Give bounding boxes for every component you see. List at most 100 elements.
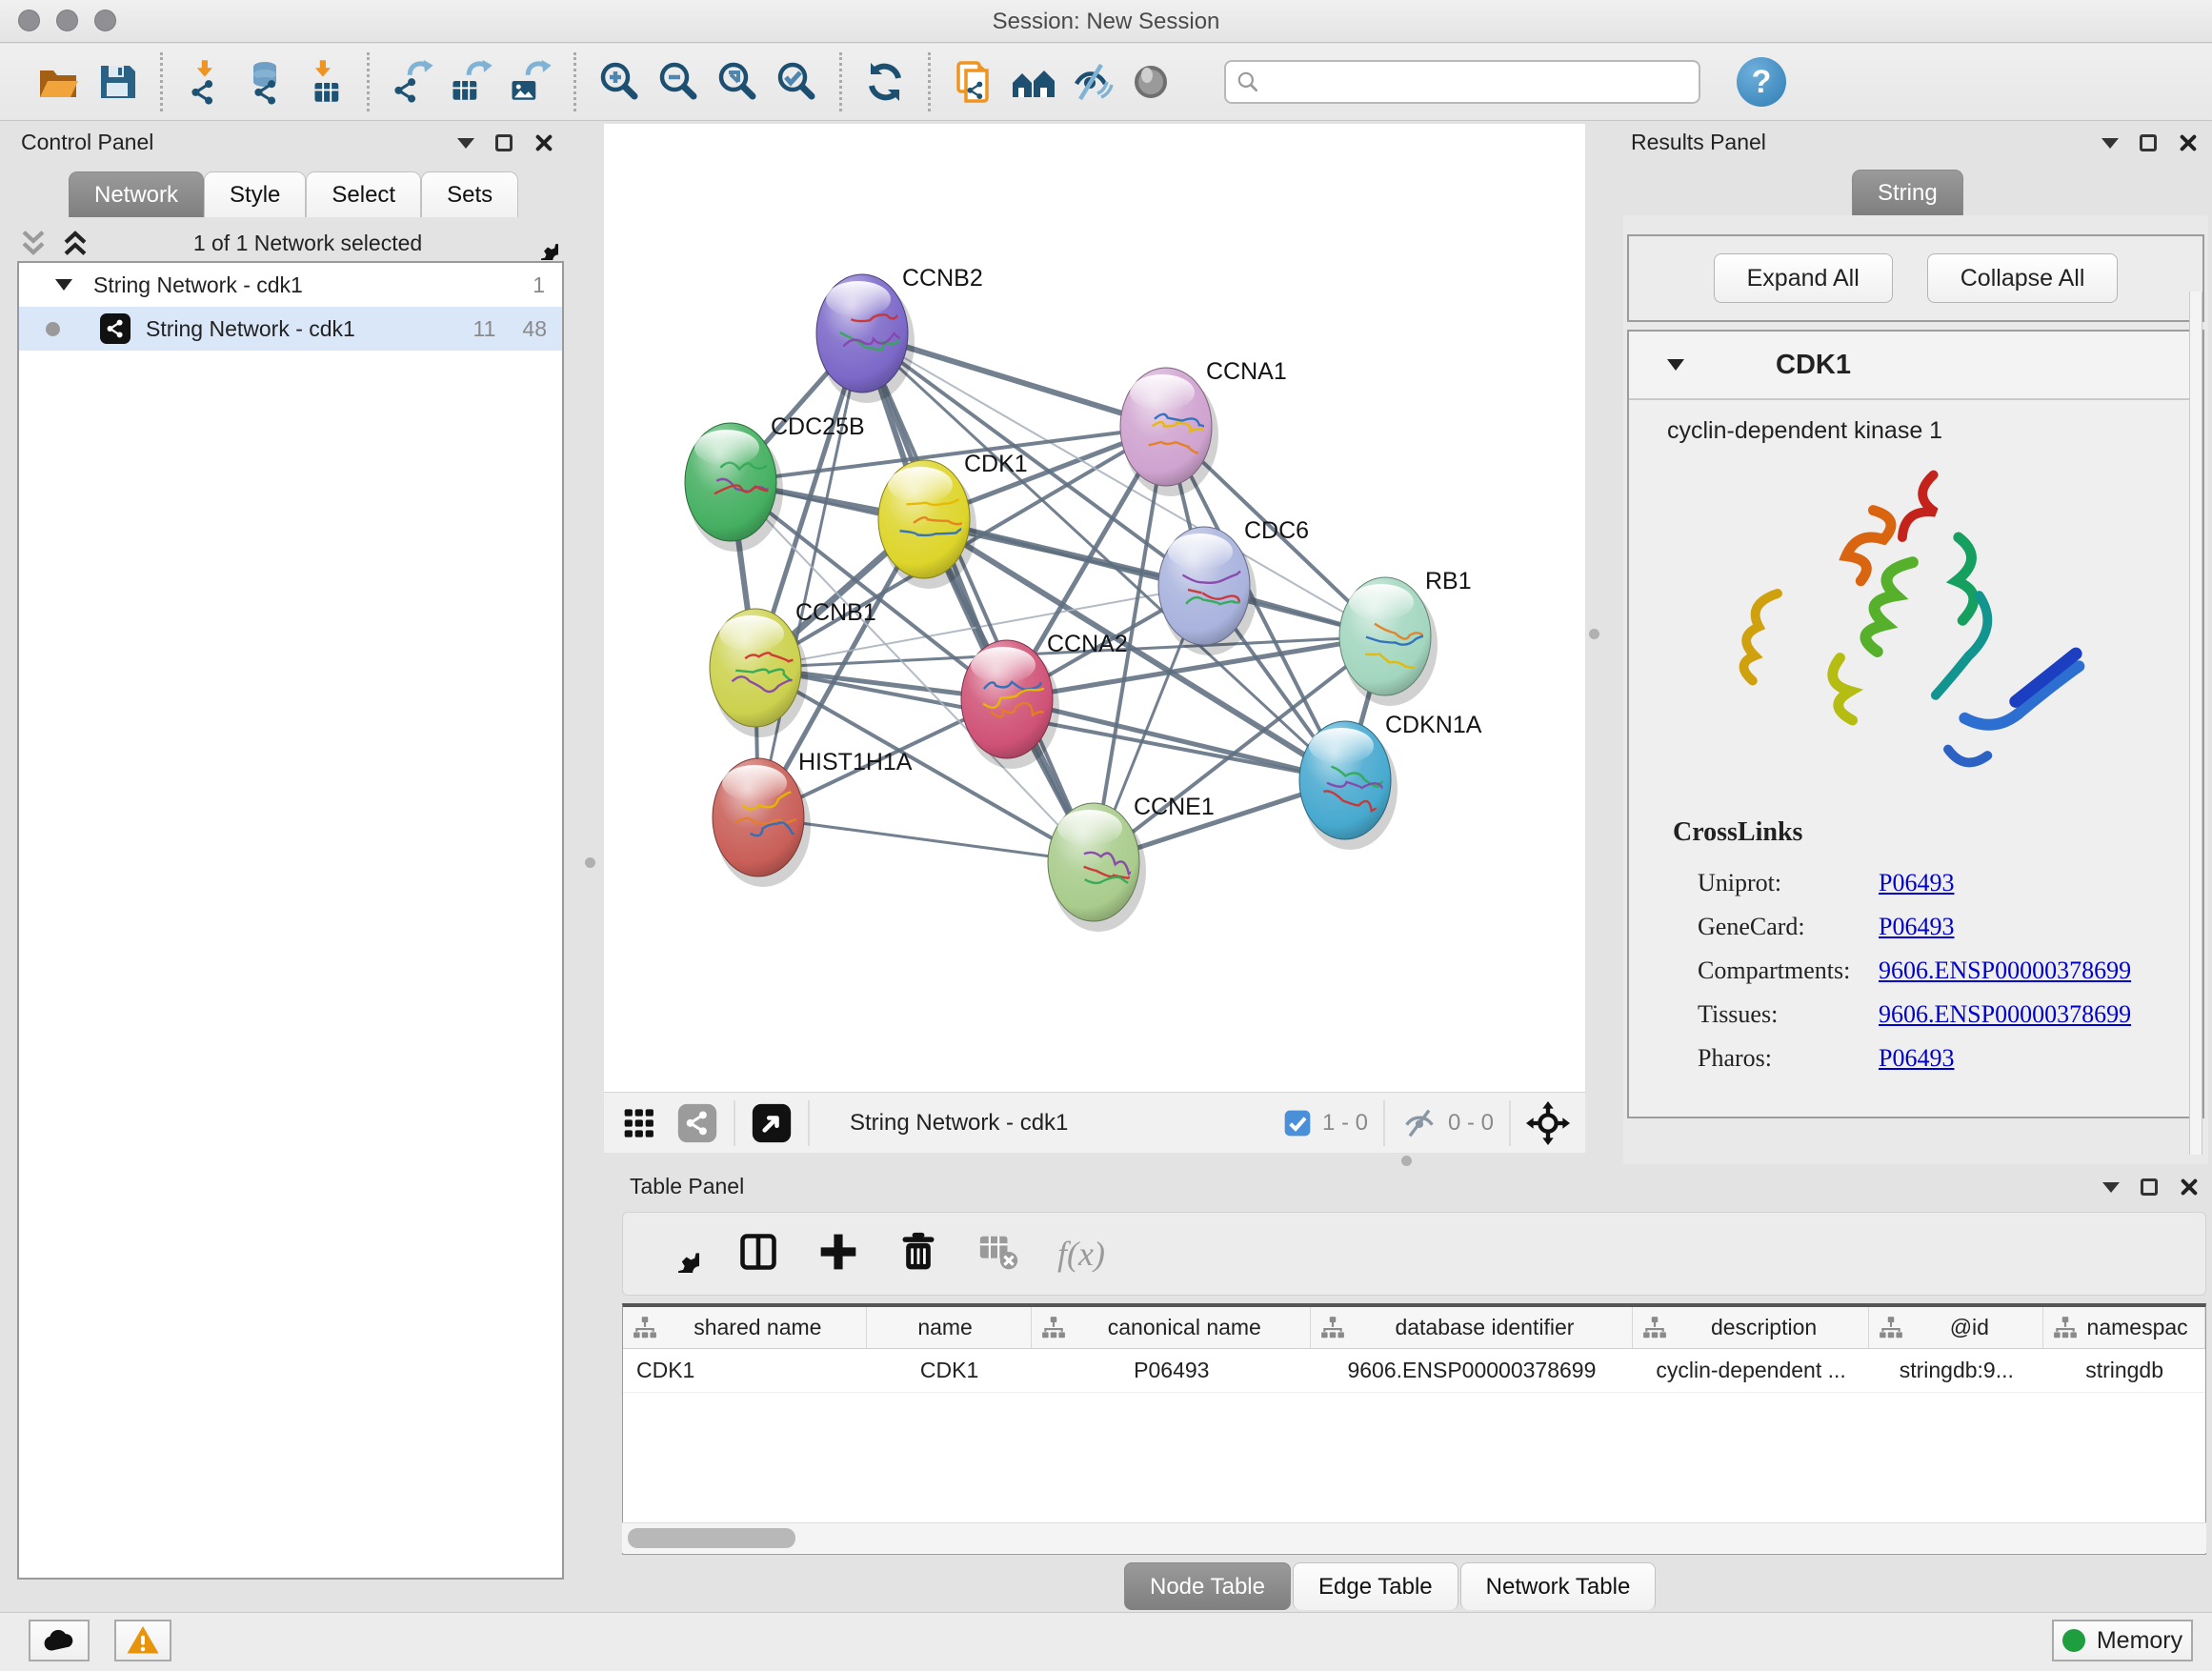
network-node-CDKN1A[interactable]: CDKN1A [1299, 712, 1482, 850]
string-view-icon[interactable] [676, 1102, 718, 1144]
table-cell[interactable]: cyclin-dependent ... [1633, 1349, 1870, 1392]
network-node-CDC6[interactable]: CDC6 [1158, 517, 1309, 655]
column-header-canonical-name[interactable]: canonical name [1032, 1307, 1311, 1348]
network-node-CCNA2[interactable]: CCNA2 [961, 631, 1128, 769]
help-button[interactable]: ? [1737, 57, 1786, 107]
network-collection-row[interactable]: String Network - cdk1 1 [19, 263, 562, 307]
horizontal-splitter-handle[interactable] [1401, 1156, 1412, 1166]
zoom-selected-button[interactable] [767, 51, 826, 112]
export-table-button[interactable] [442, 51, 501, 112]
memory-button[interactable]: Memory [2052, 1620, 2193, 1661]
toolbar-separator [573, 52, 576, 111]
entry-collapse-icon[interactable] [1667, 359, 1684, 371]
import-network-file-button[interactable] [176, 51, 235, 112]
table-cell[interactable]: P06493 [1032, 1349, 1311, 1392]
table-cell[interactable]: CDK1 [867, 1349, 1033, 1392]
search-field[interactable] [1224, 60, 1700, 104]
tab-string[interactable]: String [1852, 170, 1963, 215]
crosslink-link[interactable]: P06493 [1879, 869, 1954, 897]
show-hide-details-button[interactable] [1062, 51, 1121, 112]
warnings-button[interactable] [114, 1620, 171, 1661]
cloud-button[interactable] [29, 1620, 90, 1661]
zoom-in-button[interactable] [590, 51, 649, 112]
table-cell[interactable]: stringdb:9... [1869, 1349, 2043, 1392]
expand-all-button[interactable]: Expand All [1714, 253, 1893, 303]
panel-close-icon[interactable] [2179, 1178, 2198, 1197]
string-import-button[interactable] [944, 51, 1003, 112]
vertical-splitter-handle[interactable] [585, 857, 595, 868]
network-node-RB1[interactable]: RB1 [1339, 568, 1472, 706]
panel-float-icon[interactable] [495, 134, 513, 151]
open-session-button[interactable] [29, 51, 88, 112]
apply-layout-button[interactable] [855, 51, 915, 112]
panel-menu-icon[interactable] [2102, 1182, 2120, 1193]
crosslink-link[interactable]: P06493 [1879, 913, 1954, 941]
search-input[interactable] [1260, 63, 1699, 101]
crosslink-link[interactable]: P06493 [1879, 1044, 1954, 1073]
network-overview-button[interactable] [1003, 51, 1062, 112]
collapse-all-button[interactable]: Collapse All [1927, 253, 2119, 303]
panel-menu-icon[interactable] [457, 138, 474, 149]
table-cell[interactable]: CDK1 [623, 1349, 867, 1392]
column-header-namespac[interactable]: namespac [2043, 1307, 2205, 1348]
tab-edge-table[interactable]: Edge Table [1293, 1562, 1458, 1610]
column-header-name[interactable]: name [867, 1307, 1033, 1348]
tab-sets[interactable]: Sets [421, 171, 518, 217]
collapse-all-icon[interactable] [17, 227, 50, 259]
zoom-out-button[interactable] [649, 51, 708, 112]
tab-node-table[interactable]: Node Table [1124, 1562, 1291, 1610]
network-canvas[interactable]: CCNB2CCNA1CDC25BCDK1CDC6RB1CCNB1CCNA2CDK… [604, 124, 1585, 1092]
zoom-fit-button[interactable] [708, 51, 767, 112]
results-scrollbar[interactable] [2189, 292, 2202, 1155]
add-column-button[interactable] [817, 1231, 859, 1278]
grid-mode-icon[interactable] [621, 1102, 663, 1144]
network-node-CCNB2[interactable]: CCNB2 [816, 265, 983, 403]
crosslink-label: Uniprot: [1698, 869, 1879, 897]
gear-icon[interactable] [524, 226, 558, 260]
tab-network-table[interactable]: Network Table [1460, 1562, 1657, 1610]
network-node-CDC25B[interactable]: CDC25B [685, 413, 865, 552]
birds-eye-view-button[interactable] [1121, 51, 1180, 112]
tab-style[interactable]: Style [204, 171, 306, 217]
crosslink-link[interactable]: 9606.ENSP00000378699 [1879, 1000, 2131, 1029]
column-header-shared-name[interactable]: shared name [623, 1307, 867, 1348]
tab-network[interactable]: Network [69, 171, 204, 217]
panel-float-icon[interactable] [2140, 134, 2157, 151]
column-header-description[interactable]: description [1633, 1307, 1870, 1348]
export-network-button[interactable] [383, 51, 442, 112]
panel-close-icon[interactable] [2178, 133, 2197, 152]
open-in-window-icon[interactable] [751, 1102, 793, 1144]
expand-all-icon[interactable] [59, 227, 91, 259]
network-row[interactable]: String Network - cdk1 11 48 [19, 307, 562, 351]
table-horizontal-scrollbar[interactable] [622, 1522, 2206, 1553]
panel-menu-icon[interactable] [2101, 138, 2119, 149]
center-view-icon[interactable] [1526, 1101, 1570, 1145]
table-cell[interactable]: 9606.ENSP00000378699 [1311, 1349, 1633, 1392]
selected-checkbox-icon[interactable] [1282, 1108, 1313, 1138]
vertical-splitter-handle[interactable] [1589, 629, 1599, 639]
network-edge-CCNB2-CCNE1[interactable] [862, 333, 1094, 862]
table-settings-button[interactable] [657, 1231, 699, 1278]
collection-expand-icon[interactable] [55, 279, 72, 291]
network-node-CCNE1[interactable]: CCNE1 [1048, 794, 1215, 932]
table-cell[interactable]: stringdb [2043, 1349, 2205, 1392]
crosslink-link[interactable]: 9606.ENSP00000378699 [1879, 956, 2131, 985]
export-image-button[interactable] [501, 51, 560, 112]
column-header--id[interactable]: @id [1869, 1307, 2043, 1348]
panel-close-icon[interactable] [533, 133, 553, 152]
save-session-button[interactable] [88, 51, 147, 112]
node-table[interactable]: shared namenamecanonical namedatabase id… [622, 1303, 2206, 1555]
gene-entry-header[interactable]: CDK1 [1629, 332, 2202, 400]
scrollbar-thumb[interactable] [628, 1528, 795, 1548]
table-row[interactable]: CDK1CDK1P064939606.ENSP00000378699cyclin… [623, 1349, 2205, 1393]
network-node-CCNB1[interactable]: CCNB1 [710, 599, 876, 737]
panel-float-icon[interactable] [2141, 1178, 2158, 1196]
import-table-file-button[interactable] [294, 51, 353, 112]
show-columns-button[interactable] [737, 1231, 779, 1278]
network-node-CCNA1[interactable]: CCNA1 [1120, 358, 1287, 496]
import-network-database-button[interactable] [235, 51, 294, 112]
column-header-database-identifier[interactable]: database identifier [1311, 1307, 1633, 1348]
delete-column-button[interactable] [897, 1231, 939, 1278]
network-node-HIST1H1A[interactable]: HIST1H1A [713, 749, 913, 887]
tab-select[interactable]: Select [306, 171, 421, 217]
